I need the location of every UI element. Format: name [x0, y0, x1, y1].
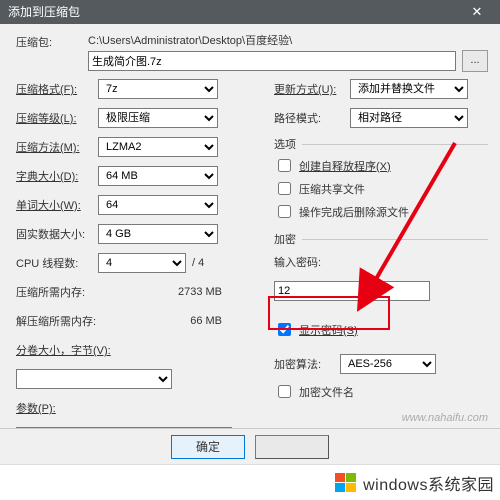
solid-label: 固实数据大小:: [16, 226, 98, 242]
delete-label: 操作完成后删除源文件: [299, 204, 409, 220]
mem-comp-value: 2733 MB: [178, 286, 256, 298]
split-label: 分卷大小，字节(V):: [16, 342, 111, 358]
format-select[interactable]: 7z: [98, 79, 218, 99]
brand-text: windows系统家园: [363, 471, 494, 495]
options-header: 选项: [274, 136, 296, 152]
word-label: 单词大小(W):: [16, 197, 98, 213]
threads-max: / 4: [192, 257, 204, 269]
archive-filename-input[interactable]: [88, 51, 456, 71]
secondary-button[interactable]: [255, 435, 329, 459]
solid-select[interactable]: 4 GB: [98, 224, 218, 244]
pathmode-select[interactable]: 相对路径: [350, 108, 468, 128]
mem-comp-label: 压缩所需内存:: [16, 284, 126, 300]
params-label: 参数(P):: [16, 400, 98, 416]
mem-decomp-label: 解压缩所需内存:: [16, 313, 126, 329]
share-label: 压缩共享文件: [299, 181, 365, 197]
mem-decomp-value: 66 MB: [190, 315, 256, 327]
threads-label: CPU 线程数:: [16, 255, 98, 271]
ok-button[interactable]: 确定: [171, 435, 245, 459]
split-select[interactable]: [16, 369, 172, 389]
pathmode-label: 路径模式:: [274, 110, 350, 126]
windows-logo-icon: [335, 472, 357, 494]
update-label: 更新方式(U):: [274, 81, 350, 97]
show-password-label: 显示密码(S): [299, 322, 358, 338]
watermark-text: www.nahaifu.com: [402, 412, 488, 424]
method-select[interactable]: LZMA2: [98, 137, 218, 157]
sfx-checkbox[interactable]: [278, 159, 291, 172]
archive-label: 压缩包:: [16, 32, 88, 50]
divider: [302, 144, 488, 145]
threads-select[interactable]: 4: [98, 253, 186, 273]
delete-checkbox[interactable]: [278, 205, 291, 218]
dict-label: 字典大小(D):: [16, 168, 98, 184]
update-select[interactable]: 添加并替换文件: [350, 79, 468, 99]
share-checkbox[interactable]: [278, 182, 291, 195]
method-label: 压缩方法(M):: [16, 139, 98, 155]
level-label: 压缩等级(L):: [16, 110, 98, 126]
encrypt-names-label: 加密文件名: [299, 384, 354, 400]
archive-path: C:\Users\Administrator\Desktop\百度经验\: [88, 32, 488, 48]
level-select[interactable]: 极限压缩: [98, 108, 218, 128]
sfx-label: 创建自释放程序(X): [299, 158, 391, 174]
password-input[interactable]: [274, 281, 430, 301]
browse-button[interactable]: ...: [462, 50, 488, 72]
word-select[interactable]: 64: [98, 195, 218, 215]
encrypt-header: 加密: [274, 231, 296, 247]
algo-select[interactable]: AES-256: [340, 354, 436, 374]
algo-label: 加密算法:: [274, 356, 340, 372]
close-icon[interactable]: ✕: [462, 0, 492, 24]
window-title: 添加到压缩包: [8, 0, 80, 24]
dict-select[interactable]: 64 MB: [98, 166, 218, 186]
encrypt-names-checkbox[interactable]: [278, 385, 291, 398]
format-label: 压缩格式(F):: [16, 81, 98, 97]
pwd-label: 输入密码:: [274, 254, 321, 270]
brand-bar: windows系统家园: [0, 464, 500, 500]
show-password-checkbox[interactable]: [278, 323, 291, 336]
divider: [302, 239, 488, 240]
